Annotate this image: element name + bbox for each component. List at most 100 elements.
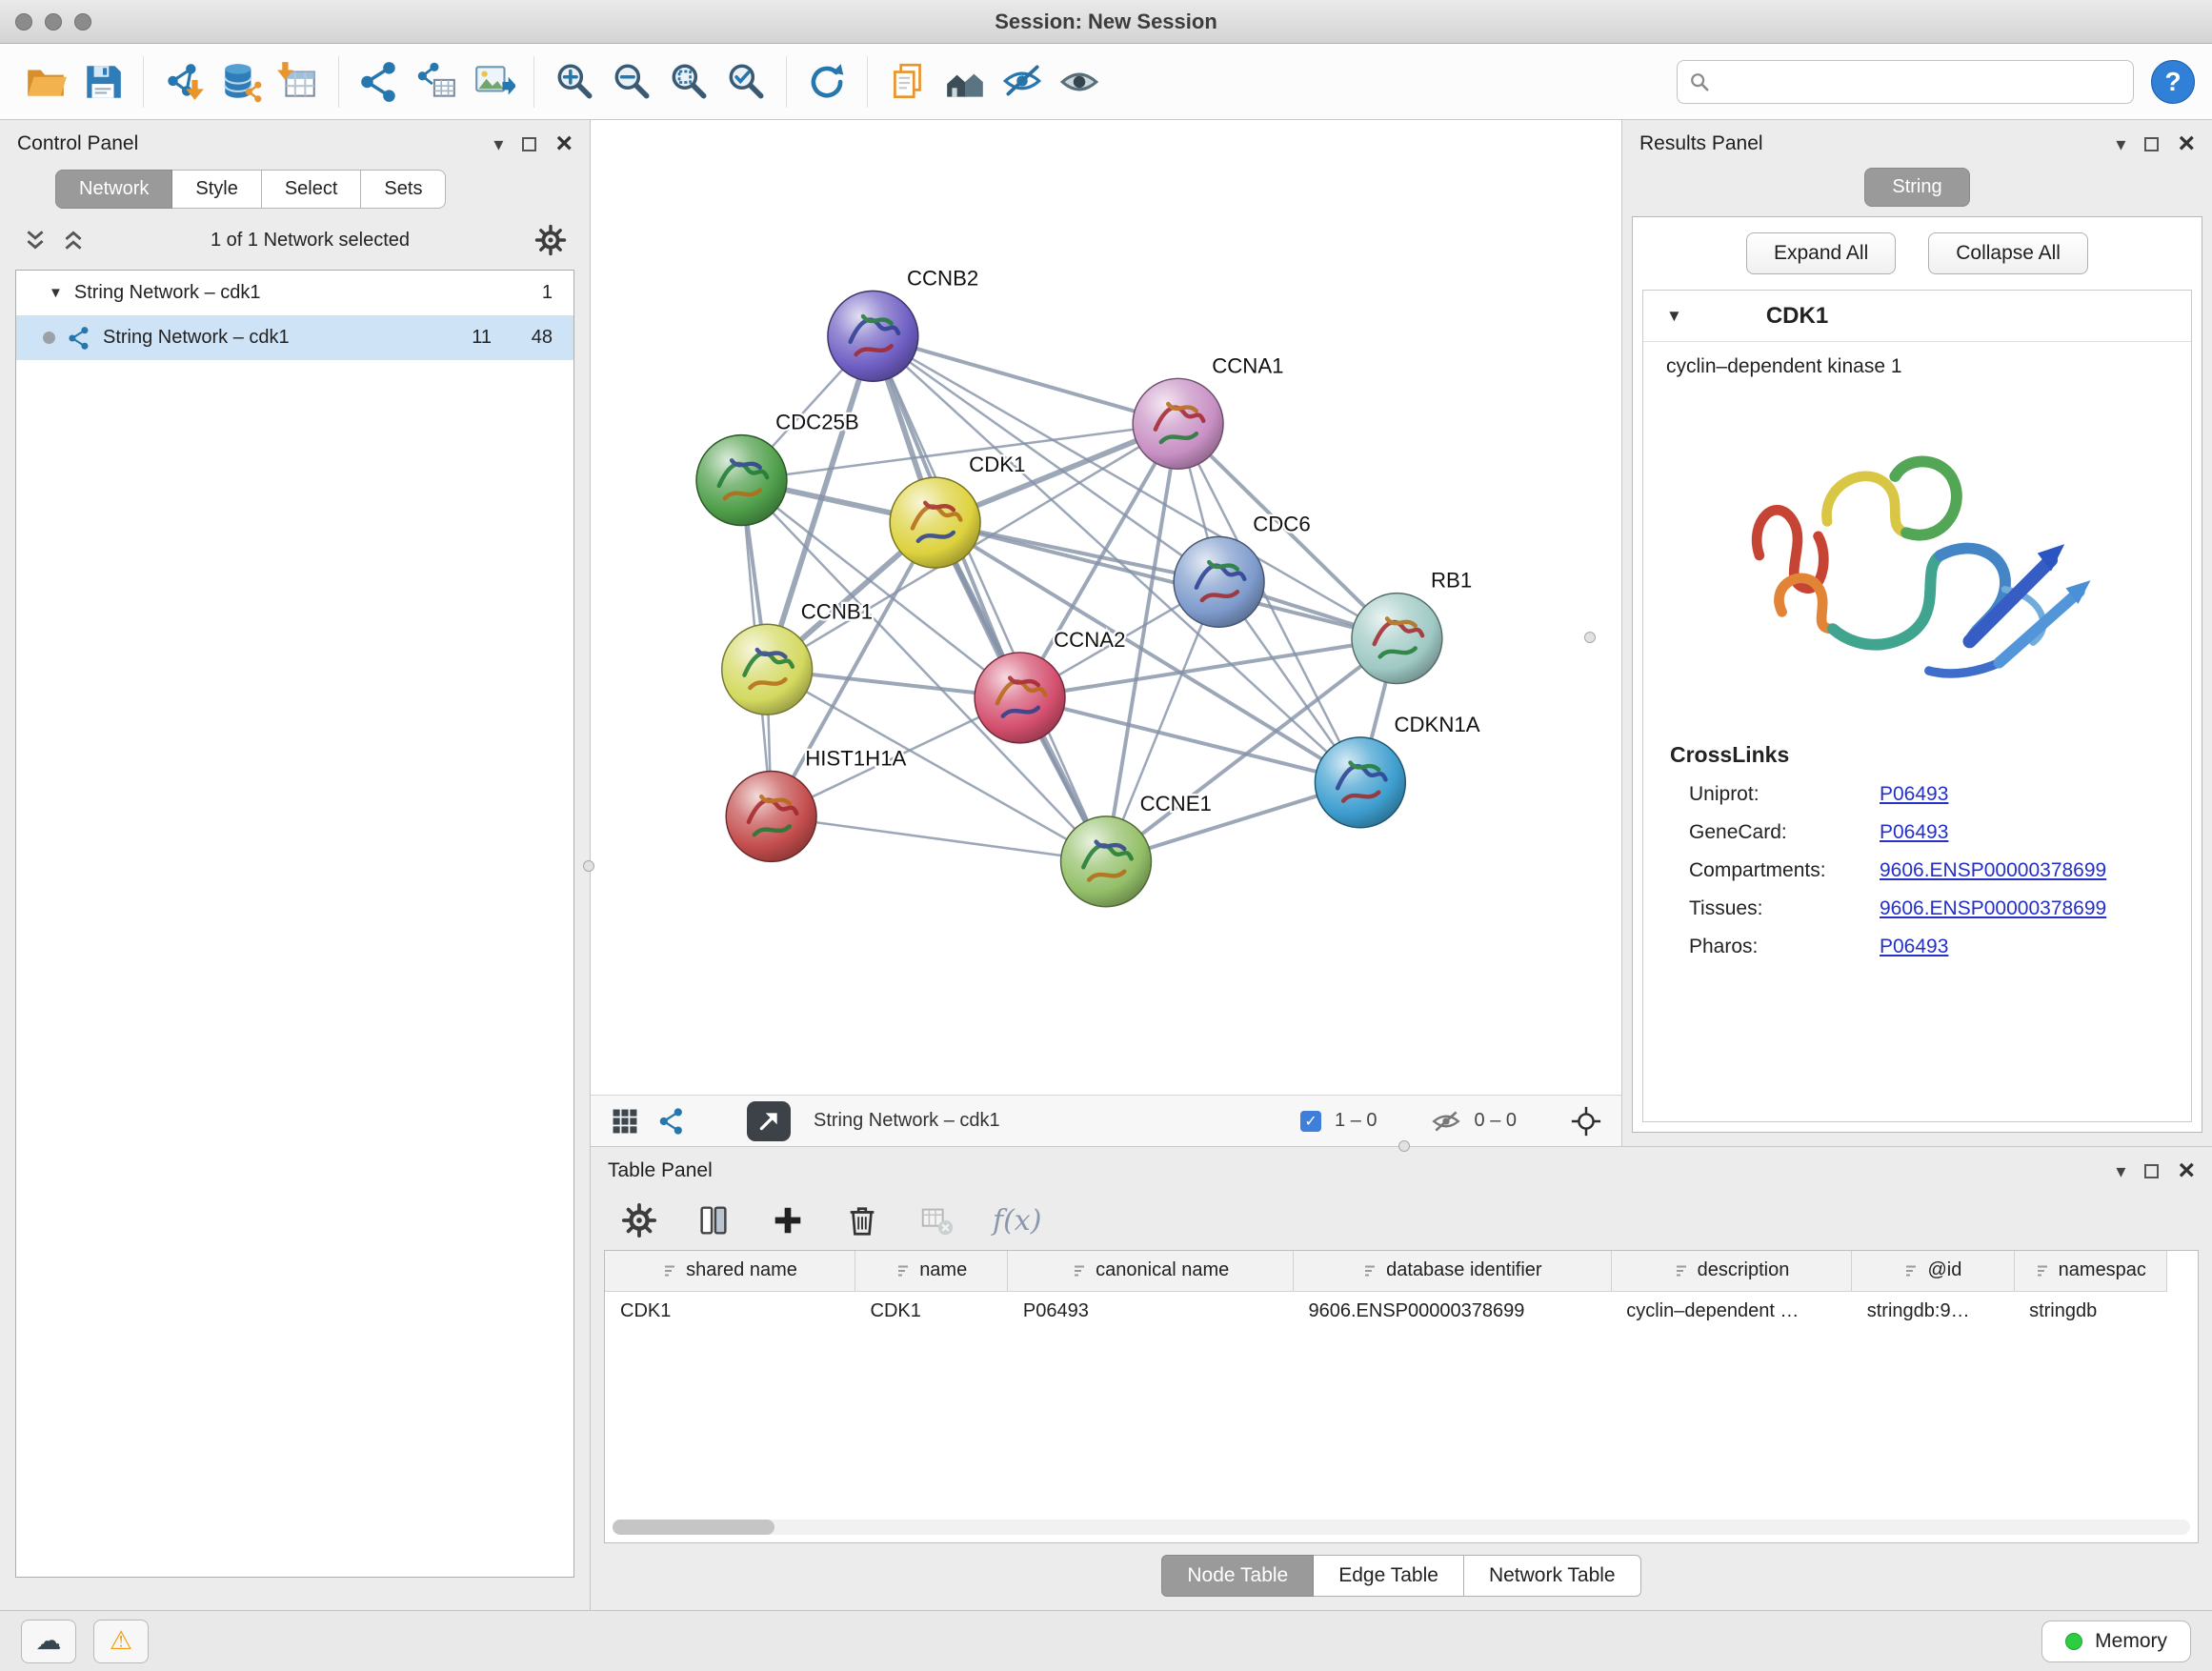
delete-column-trash-icon[interactable] xyxy=(844,1202,880,1238)
tab-style[interactable]: Style xyxy=(172,170,261,209)
column-header-canonical-name[interactable]: canonical name xyxy=(1008,1251,1294,1291)
function-builder-button[interactable]: f(x) xyxy=(993,1204,1041,1238)
tab-select[interactable]: Select xyxy=(262,170,362,209)
window-minimize-button[interactable] xyxy=(45,13,62,30)
selected-checkbox-icon[interactable]: ✓ xyxy=(1300,1111,1321,1132)
zoom-selected-button[interactable] xyxy=(717,51,774,112)
network-node-CCNE1[interactable] xyxy=(1061,816,1152,907)
export-image-button[interactable] xyxy=(465,51,522,112)
search-field[interactable] xyxy=(1677,60,2134,104)
float-panel-icon[interactable]: ▾ xyxy=(2116,132,2125,156)
search-input[interactable] xyxy=(1719,70,2122,92)
network-node-HIST1H1A[interactable] xyxy=(726,771,816,861)
results-tab-string[interactable]: String xyxy=(1864,168,1969,207)
add-column-icon[interactable] xyxy=(770,1202,806,1238)
splitter-handle[interactable] xyxy=(1584,632,1596,643)
window-zoom-button[interactable] xyxy=(74,13,91,30)
import-network-from-file-button[interactable] xyxy=(155,51,212,112)
tab-network[interactable]: Network xyxy=(55,170,172,209)
crosslink-link[interactable]: P06493 xyxy=(1880,936,1948,958)
home-button[interactable] xyxy=(936,51,994,112)
crosslink-link[interactable]: 9606.ENSP00000378699 xyxy=(1880,859,2106,882)
open-session-button[interactable] xyxy=(17,51,74,112)
network-options-gear-icon[interactable] xyxy=(534,224,567,256)
zoom-out-button[interactable] xyxy=(603,51,660,112)
new-network-button[interactable] xyxy=(351,51,408,112)
network-canvas[interactable]: CCNB2CCNA1CDC25BCDK1CDC6RB1CCNB1CCNA2CDK… xyxy=(591,120,1621,1095)
scrollbar-thumb[interactable] xyxy=(613,1520,774,1535)
table-options-gear-icon[interactable] xyxy=(621,1202,657,1238)
import-table-button[interactable] xyxy=(270,51,327,112)
zoom-in-button[interactable] xyxy=(546,51,603,112)
maximize-panel-icon[interactable] xyxy=(2144,1164,2159,1178)
network-edge[interactable] xyxy=(873,336,1177,424)
network-node-CCNB2[interactable] xyxy=(828,291,918,381)
show-graphics-details-button[interactable] xyxy=(1051,51,1108,112)
network-edge[interactable] xyxy=(873,336,1106,862)
network-row[interactable]: String Network – cdk1 11 48 xyxy=(16,315,573,360)
maximize-panel-icon[interactable] xyxy=(2144,137,2159,151)
tab-node-table[interactable]: Node Table xyxy=(1161,1555,1314,1597)
column-header-shared-name[interactable]: shared name xyxy=(605,1251,855,1291)
show-columns-icon[interactable] xyxy=(695,1202,732,1238)
tab-edge-table[interactable]: Edge Table xyxy=(1314,1555,1464,1597)
maximize-panel-icon[interactable] xyxy=(522,137,536,151)
column-header-description[interactable]: description xyxy=(1611,1251,1852,1291)
horizontal-scrollbar[interactable] xyxy=(613,1520,2190,1535)
network-edge[interactable] xyxy=(772,816,1106,861)
expand-all-button[interactable]: Expand All xyxy=(1746,232,1896,274)
memory-button[interactable]: Memory xyxy=(2041,1621,2191,1662)
column-header--id[interactable]: @id xyxy=(1852,1251,2014,1291)
tree-expand-icon[interactable]: ▼ xyxy=(49,285,63,301)
network-node-CDC25B[interactable] xyxy=(696,435,787,526)
tab-sets[interactable]: Sets xyxy=(361,170,446,209)
column-header-database-identifier[interactable]: database identifier xyxy=(1294,1251,1612,1291)
close-panel-icon[interactable]: × xyxy=(2178,1161,2195,1180)
close-panel-icon[interactable]: × xyxy=(555,134,573,153)
close-panel-icon[interactable]: × xyxy=(2178,134,2195,153)
network-node-CDC6[interactable] xyxy=(1174,536,1264,627)
crosslink-link[interactable]: 9606.ENSP00000378699 xyxy=(1880,897,2106,920)
collapse-all-networks-icon[interactable] xyxy=(61,228,86,252)
hide-graphics-details-button[interactable] xyxy=(994,51,1051,112)
window-close-button[interactable] xyxy=(15,13,32,30)
network-node-CCNA2[interactable] xyxy=(975,653,1065,743)
splitter-handle[interactable] xyxy=(583,860,594,872)
float-panel-icon[interactable]: ▾ xyxy=(2116,1159,2125,1183)
warnings-button[interactable]: ⚠ xyxy=(93,1620,149,1663)
help-button[interactable]: ? xyxy=(2151,60,2195,104)
table-cell[interactable]: stringdb:9… xyxy=(1852,1291,2014,1331)
table-cell[interactable]: CDK1 xyxy=(605,1291,855,1331)
crosslink-link[interactable]: P06493 xyxy=(1880,783,1948,806)
table-cell[interactable]: CDK1 xyxy=(855,1291,1008,1331)
network-node-RB1[interactable] xyxy=(1352,594,1442,684)
crosshair-move-icon[interactable] xyxy=(1570,1105,1602,1137)
expand-all-networks-icon[interactable] xyxy=(23,228,48,252)
new-network-table-button[interactable] xyxy=(408,51,465,112)
column-header-namespac[interactable]: namespac xyxy=(2014,1251,2166,1291)
table-cell[interactable]: stringdb xyxy=(2014,1291,2166,1331)
table-cell[interactable]: 9606.ENSP00000378699 xyxy=(1294,1291,1612,1331)
float-panel-icon[interactable]: ▾ xyxy=(493,132,503,156)
network-edge[interactable] xyxy=(935,523,1398,639)
collapse-card-icon[interactable]: ▼ xyxy=(1666,307,1682,326)
network-node-CDK1[interactable] xyxy=(890,477,980,568)
network-share-icon[interactable] xyxy=(657,1107,686,1136)
table-cell[interactable]: cyclin–dependent … xyxy=(1611,1291,1852,1331)
splitter-handle[interactable] xyxy=(1398,1140,1410,1152)
refresh-layout-button[interactable] xyxy=(798,51,855,112)
crosslink-link[interactable]: P06493 xyxy=(1880,821,1948,844)
table-cell[interactable]: P06493 xyxy=(1008,1291,1294,1331)
column-header-name[interactable]: name xyxy=(855,1251,1008,1291)
clone-network-button[interactable] xyxy=(879,51,936,112)
zoom-fit-button[interactable] xyxy=(660,51,717,112)
birdseye-grid-icon[interactable] xyxy=(610,1106,640,1137)
network-node-CDKN1A[interactable] xyxy=(1315,737,1405,828)
collapse-all-button[interactable]: Collapse All xyxy=(1928,232,2088,274)
network-node-CCNA1[interactable] xyxy=(1133,378,1223,469)
open-in-new-window-button[interactable] xyxy=(747,1101,791,1141)
table-row[interactable]: CDK1CDK1P064939606.ENSP00000378699cyclin… xyxy=(605,1291,2167,1331)
tab-network-table[interactable]: Network Table xyxy=(1464,1555,1641,1597)
cloud-status-button[interactable]: ☁ xyxy=(21,1620,76,1663)
import-network-from-database-button[interactable] xyxy=(212,51,270,112)
